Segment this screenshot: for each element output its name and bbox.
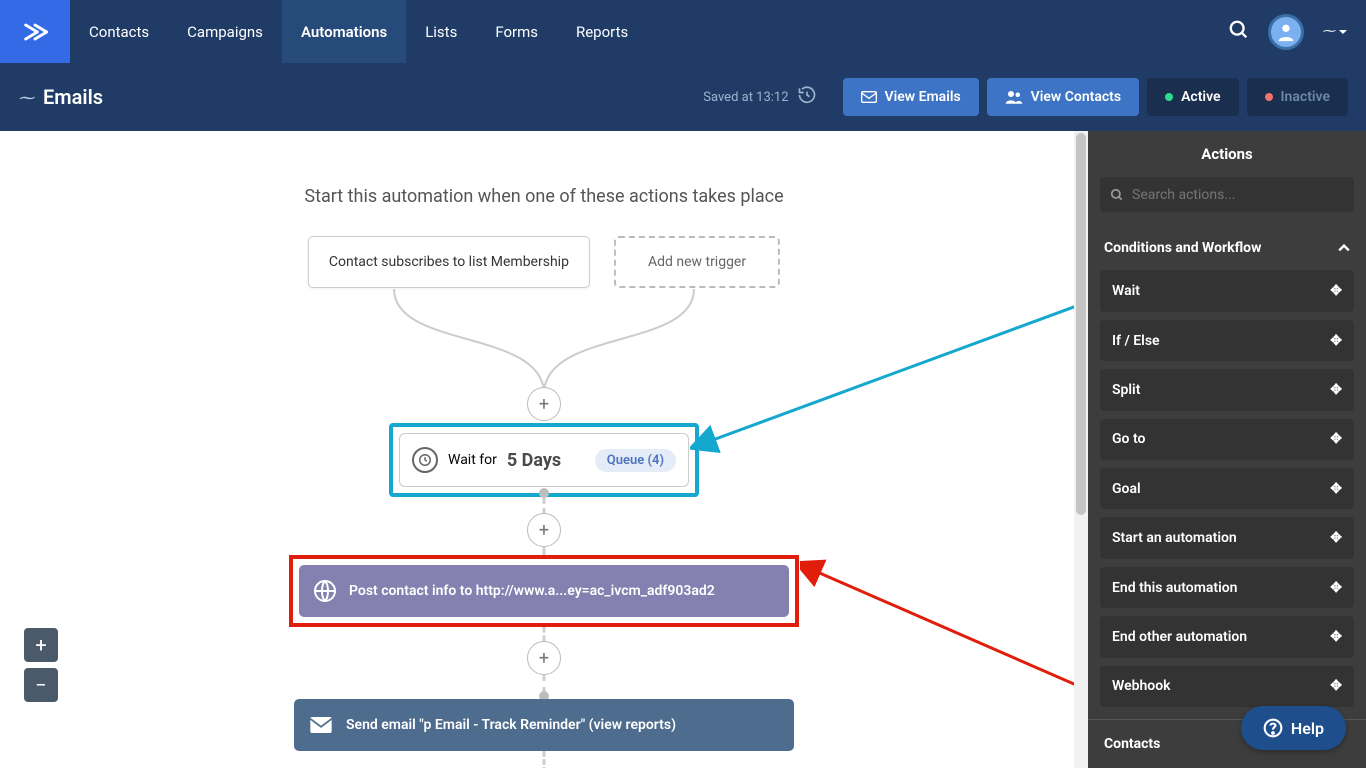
zoom-out[interactable]: − [24,668,58,702]
action-if-else[interactable]: If / Else✥ [1100,320,1354,361]
active-dot-icon [1165,93,1173,101]
move-icon: ✥ [1330,431,1342,447]
add-step-node-3[interactable]: + [527,641,561,675]
webhook-step[interactable]: Post contact info to http://www.a...ey=a… [299,565,789,617]
avatar[interactable] [1268,14,1304,50]
webhook-label: Post contact info to http://www.a...ey=a… [349,583,715,599]
chevron-up-icon [1338,242,1350,254]
wait-duration: 5 Days [507,450,561,471]
history-icon[interactable] [797,85,817,109]
automation-icon: ⁓ [18,88,33,107]
active-toggle[interactable]: Active [1147,78,1238,116]
queue-count[interactable]: Queue (4) [595,449,676,472]
connector-line [543,751,546,768]
nav-automations[interactable]: Automations [282,0,406,63]
move-icon: ✥ [1330,530,1342,546]
inactive-dot-icon [1265,93,1273,101]
send-email-step[interactable]: Send email "p Email - Track Reminder" (v… [294,699,794,751]
actions-title: Actions [1088,131,1366,177]
trigger-1[interactable]: Contact subscribes to list Membership [308,236,590,288]
search-icon [1110,188,1124,202]
account-menu[interactable]: ⁓ [1322,24,1348,39]
move-icon: ✥ [1330,283,1342,299]
add-step-node-2[interactable]: + [527,513,561,547]
move-icon: ✥ [1330,481,1342,497]
chevron-logo-icon [21,18,49,46]
add-trigger[interactable]: Add new trigger [614,236,780,288]
action-wait[interactable]: Wait✥ [1100,270,1354,311]
action-start-automation[interactable]: Start an automation✥ [1100,517,1354,558]
search-icon[interactable] [1228,19,1250,45]
webhook-step-highlight: Post contact info to http://www.a...ey=a… [289,555,799,627]
nav-campaigns[interactable]: Campaigns [168,0,282,63]
subheader: ⁓ Emails Saved at 13:12 View Emails View… [0,63,1366,131]
wait-prefix: Wait for [448,452,497,468]
start-description: Start this automation when one of these … [0,186,1088,207]
scroll-thumb[interactable] [1076,133,1086,515]
nav-contacts[interactable]: Contacts [70,0,168,63]
action-goto[interactable]: Go to✥ [1100,419,1354,460]
move-icon: ✥ [1330,629,1342,645]
view-contacts-button[interactable]: View Contacts [987,78,1139,116]
actions-sidebar: Actions Conditions and Workflow Wait✥ If… [1088,131,1366,768]
nav-items: Contacts Campaigns Automations Lists For… [70,0,1228,63]
nav-right: ⁓ [1228,0,1366,63]
people-icon [1005,89,1023,105]
mail-icon [310,717,332,733]
move-icon: ✥ [1330,580,1342,596]
connector-line [543,627,546,641]
connector-dot [539,488,549,498]
section-conditions-workflow[interactable]: Conditions and Workflow [1088,226,1366,270]
connector-curves [294,289,794,394]
zoom-in[interactable]: + [24,628,58,662]
wait-step[interactable]: Wait for 5 Days Queue (4) [399,433,689,487]
move-icon: ✥ [1330,333,1342,349]
help-button[interactable]: Help [1241,706,1346,750]
scrollbar[interactable] [1074,131,1088,768]
account-name: ⁓ [1322,24,1334,39]
action-end-automation[interactable]: End this automation✥ [1100,567,1354,608]
annotation-arrow-red [800,551,1088,701]
action-webhook[interactable]: Webhook✥ [1100,666,1354,707]
action-goal[interactable]: Goal✥ [1100,468,1354,509]
chevron-down-icon [1338,27,1348,37]
top-nav: Contacts Campaigns Automations Lists For… [0,0,1366,63]
nav-lists[interactable]: Lists [406,0,476,63]
action-split[interactable]: Split✥ [1100,369,1354,410]
actions-search-input[interactable] [1132,187,1344,203]
nav-reports[interactable]: Reports [557,0,647,63]
clock-icon [412,447,438,473]
add-step-node-1[interactable]: + [527,387,561,421]
automation-title: Emails [43,85,103,109]
user-icon [1275,21,1297,43]
move-icon: ✥ [1330,678,1342,694]
app-logo[interactable] [0,0,70,63]
wait-step-highlight: Wait for 5 Days Queue (4) [389,423,699,497]
connector-line [543,498,546,514]
nav-forms[interactable]: Forms [476,0,557,63]
mail-icon [861,91,877,103]
help-icon [1263,718,1283,738]
globe-icon [313,579,337,603]
saved-at: Saved at 13:12 [703,90,788,105]
actions-search[interactable] [1100,177,1354,212]
view-emails-button[interactable]: View Emails [843,78,979,116]
zoom-controls: + − [24,628,58,708]
inactive-toggle[interactable]: Inactive [1247,78,1348,116]
email-label: Send email "p Email - Track Reminder" (v… [346,717,676,733]
action-end-other-automation[interactable]: End other automation✥ [1100,616,1354,657]
automation-canvas[interactable]: Start this automation when one of these … [0,131,1088,768]
move-icon: ✥ [1330,382,1342,398]
